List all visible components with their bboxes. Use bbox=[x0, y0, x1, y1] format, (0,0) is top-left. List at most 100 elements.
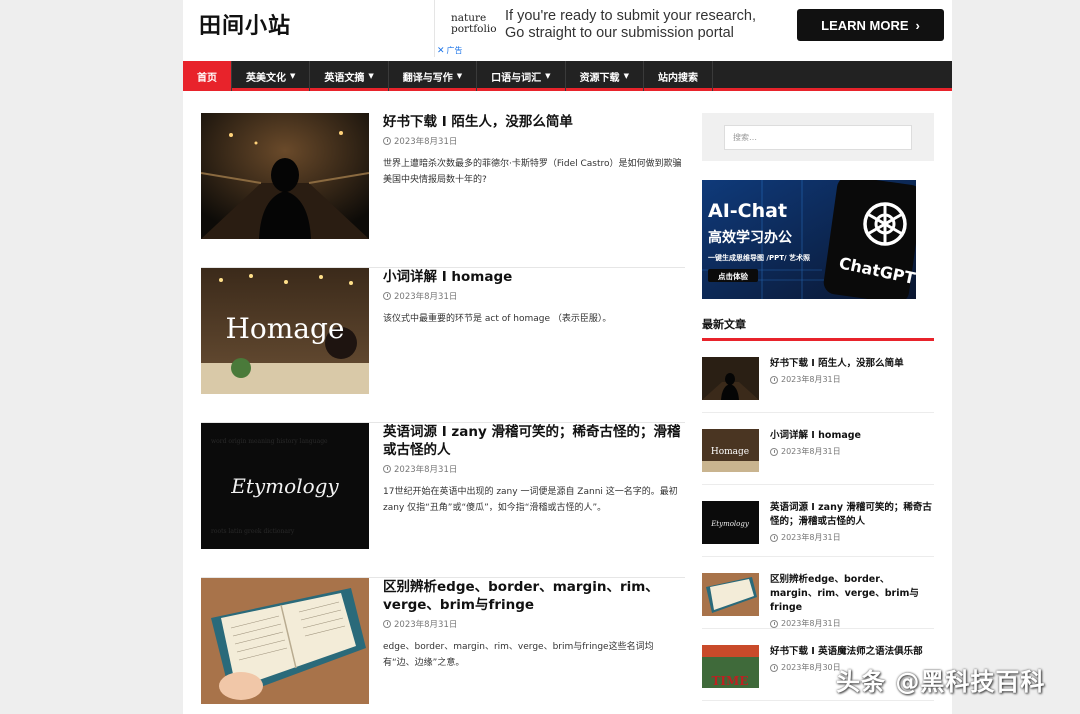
post-thumbnail[interactable]: word origin meaning history language roo… bbox=[201, 423, 369, 549]
nav-item-translation[interactable]: 翻译与写作 ▼ bbox=[389, 61, 478, 91]
clock-icon bbox=[383, 292, 391, 300]
site-title[interactable]: 田间小站 bbox=[199, 8, 291, 40]
recent-post-item: Etymology 英语词源 I zany 滑稽可笑的；稀奇古怪的；滑稽或古怪的… bbox=[702, 485, 934, 557]
close-icon[interactable]: ✕ bbox=[437, 46, 445, 56]
nav-item-speaking[interactable]: 口语与词汇 ▼ bbox=[477, 61, 566, 91]
recent-post-date-text: 2023年8月31日 bbox=[781, 619, 841, 628]
recent-post-title[interactable]: 好书下载 I 英语魔法师之语法俱乐部 bbox=[770, 645, 936, 659]
site-header: 田间小站 nature portfolio If you're ready to… bbox=[183, 0, 952, 61]
post-body: 英语词源 I zany 滑稽可笑的；稀奇古怪的；滑稽或古怪的人 2023年8月3… bbox=[383, 423, 683, 516]
recent-post-title[interactable]: 小词详解 I homage bbox=[770, 429, 936, 443]
post-date-text: 2023年8月31日 bbox=[394, 620, 458, 630]
nav-item-downloads[interactable]: 资源下载 ▼ bbox=[566, 61, 644, 91]
ad-banner[interactable]: nature portfolio If you're ready to subm… bbox=[434, 0, 952, 57]
etymology-thumb-text: Etymology bbox=[230, 474, 339, 498]
recent-post-item: Homage 小词详解 I homage 2023年8月31日 bbox=[702, 413, 934, 485]
post-item: Homage 小词详解 I homage 2023年8月31日 该仪式中最重要的… bbox=[201, 268, 685, 423]
post-body: 区别辨析edge、border、margin、rim、verge、brim与fr… bbox=[383, 578, 683, 671]
post-title[interactable]: 区别辨析edge、border、margin、rim、verge、brim与fr… bbox=[383, 578, 683, 614]
post-title[interactable]: 英语词源 I zany 滑稽可笑的；稀奇古怪的；滑稽或古怪的人 bbox=[383, 423, 683, 459]
clock-icon bbox=[770, 533, 778, 542]
post-thumbnail[interactable] bbox=[201, 578, 369, 704]
homage-thumb-text: Homage bbox=[711, 447, 749, 457]
recent-post-body: 英语词源 I zany 滑稽可笑的；稀奇古怪的；滑稽或古怪的人 2023年8月3… bbox=[770, 501, 936, 543]
recent-post-body: 小词详解 I homage 2023年8月31日 bbox=[770, 429, 936, 457]
etymology-image: Etymology bbox=[702, 501, 759, 544]
post-body: 小词详解 I homage 2023年8月31日 该仪式中最重要的环节是 act… bbox=[383, 268, 683, 327]
banner-subtitle: 高效学习办公 bbox=[708, 229, 792, 246]
recent-post-date: 2023年8月31日 bbox=[770, 618, 936, 629]
main-nav: 首页 英美文化 ▼ 英语文摘 ▼ 翻译与写作 ▼ 口语与词汇 ▼ 资源下载 ▼ 站内搜索 bbox=[183, 61, 952, 91]
post-excerpt: 该仪式中最重要的环节是 act of homage （表示臣服）。 bbox=[383, 314, 612, 324]
open-book-image bbox=[702, 573, 759, 616]
recent-post-thumbnail[interactable]: Etymology bbox=[702, 501, 759, 544]
recent-post-date-text: 2023年8月30日 bbox=[781, 663, 841, 672]
post-thumbnail[interactable] bbox=[201, 113, 369, 239]
chevron-right-icon: › bbox=[915, 17, 920, 33]
search-input[interactable]: 搜索… bbox=[724, 125, 912, 150]
svg-text:word origin meaning history la: word origin meaning history language bbox=[211, 438, 328, 445]
etymology-image: word origin meaning history language roo… bbox=[201, 423, 369, 549]
post-title[interactable]: 小词详解 I homage bbox=[383, 268, 683, 286]
nav-label: 英语文摘 bbox=[324, 72, 365, 84]
post-excerpt: 17世纪开始在英语中出现的 zany 一词便是源自 Zanni 这一名字的。最初… bbox=[383, 487, 678, 513]
clock-icon bbox=[383, 465, 391, 473]
recent-post-thumbnail[interactable] bbox=[702, 357, 759, 400]
ad-label[interactable]: ✕ 广告 bbox=[437, 45, 463, 56]
learn-more-label: LEARN MORE bbox=[821, 17, 909, 33]
clock-icon bbox=[383, 137, 391, 145]
recent-post-item: 区别辨析edge、border、margin、rim、verge、brim与fr… bbox=[702, 557, 934, 629]
recent-post-title[interactable]: 好书下载 I 陌生人，没那么简单 bbox=[770, 357, 936, 371]
recent-post-date-text: 2023年8月31日 bbox=[781, 447, 841, 456]
nav-item-culture[interactable]: 英美文化 ▼ bbox=[232, 61, 311, 91]
clock-icon bbox=[770, 375, 778, 384]
post-item: word origin meaning history language roo… bbox=[201, 423, 685, 578]
post-thumbnail[interactable]: Homage bbox=[201, 268, 369, 394]
recent-post-date-text: 2023年8月31日 bbox=[781, 533, 841, 542]
learn-more-button[interactable]: LEARN MORE › bbox=[797, 9, 944, 41]
open-book-image bbox=[201, 578, 369, 704]
nav-label: 站内搜索 bbox=[657, 72, 698, 84]
banner-title: AI-Chat bbox=[708, 200, 787, 222]
chevron-down-icon: ▼ bbox=[368, 72, 374, 80]
banner-button[interactable]: 点击体验 bbox=[718, 271, 748, 281]
time-thumb-text: TIME bbox=[712, 674, 749, 688]
ai-chat-banner[interactable]: AI-Chat 高效学习办公 一键生成思维导图 /PPT/ 艺术照 点击体验 C… bbox=[702, 180, 916, 299]
ad-logo-line2: portfolio bbox=[451, 23, 497, 35]
nav-item-home[interactable]: 首页 bbox=[183, 61, 232, 91]
clock-icon bbox=[770, 663, 778, 672]
source-watermark: 头条 @黑科技百科 bbox=[836, 668, 1046, 696]
recent-post-date: 2023年8月31日 bbox=[770, 374, 936, 385]
recent-post-thumbnail[interactable]: TIME bbox=[702, 645, 759, 688]
chevron-down-icon: ▼ bbox=[456, 72, 463, 80]
post-date: 2023年8月31日 bbox=[383, 135, 683, 147]
ad-logo: nature portfolio bbox=[451, 13, 497, 35]
post-excerpt: 世界上遭暗杀次数最多的菲德尔·卡斯特罗（Fidel Castro）是如何做到欺骗… bbox=[383, 159, 682, 185]
recent-post-title[interactable]: 区别辨析edge、border、margin、rim、verge、brim与fr… bbox=[770, 573, 936, 615]
post-excerpt: edge、border、margin、rim、verge、brim与fringe… bbox=[383, 642, 654, 668]
banquet-image: Homage bbox=[702, 429, 759, 472]
recent-post-thumbnail[interactable] bbox=[702, 573, 759, 616]
chevron-down-icon: ▼ bbox=[623, 72, 629, 80]
post-item: 好书下载 I 陌生人，没那么简单 2023年8月31日 世界上遭暗杀次数最多的菲… bbox=[201, 113, 685, 268]
nav-label: 口语与词汇 bbox=[491, 72, 542, 84]
banquet-image: Homage bbox=[201, 268, 369, 394]
chevron-down-icon: ▼ bbox=[545, 72, 551, 80]
recent-post-date: 2023年8月31日 bbox=[770, 532, 936, 543]
homage-thumb-text: Homage bbox=[225, 312, 344, 345]
post-title[interactable]: 好书下载 I 陌生人，没那么简单 bbox=[383, 113, 683, 131]
page: 田间小站 nature portfolio If you're ready to… bbox=[183, 0, 952, 714]
nav-item-digest[interactable]: 英语文摘 ▼ bbox=[310, 61, 389, 91]
grammar-club-cover-image: TIME bbox=[702, 645, 759, 688]
post-date-text: 2023年8月31日 bbox=[394, 292, 458, 302]
recent-post-date: 2023年8月31日 bbox=[770, 446, 936, 457]
recent-post-item: 好书下载 I 陌生人，没那么简单 2023年8月31日 bbox=[702, 341, 934, 413]
post-date: 2023年8月31日 bbox=[383, 290, 683, 302]
nav-item-search[interactable]: 站内搜索 bbox=[644, 61, 713, 91]
recent-post-title[interactable]: 英语词源 I zany 滑稽可笑的；稀奇古怪的；滑稽或古怪的人 bbox=[770, 501, 936, 529]
etymology-thumb-text: Etymology bbox=[710, 520, 750, 528]
person-on-bridge-image bbox=[201, 113, 369, 239]
recent-post-thumbnail[interactable]: Homage bbox=[702, 429, 759, 472]
ad-label-text: 广告 bbox=[446, 46, 463, 55]
search-widget: 搜索… bbox=[702, 113, 934, 161]
